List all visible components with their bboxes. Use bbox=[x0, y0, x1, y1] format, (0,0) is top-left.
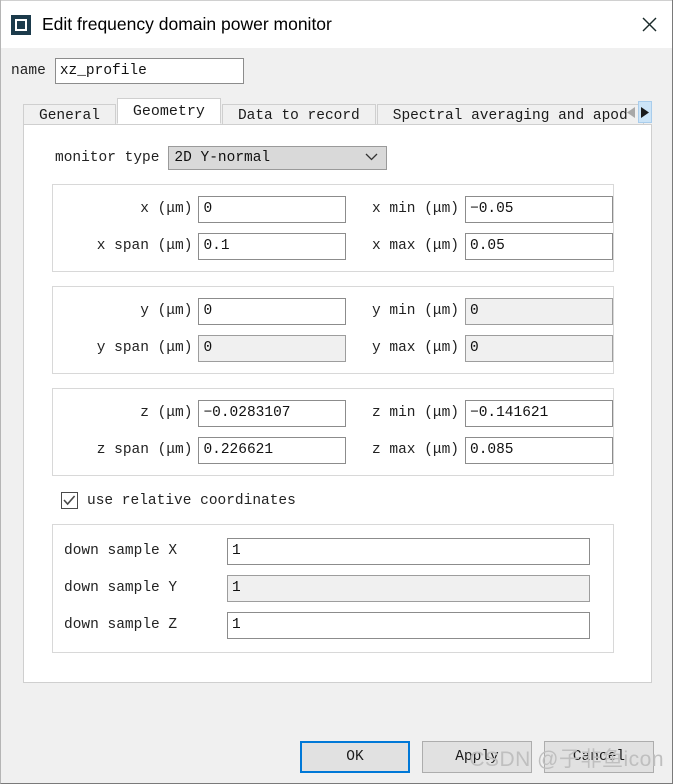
name-row: name bbox=[1, 48, 672, 84]
z-max-label: z max (μm) bbox=[371, 442, 459, 458]
use-relative-coordinates-row[interactable]: use relative coordinates bbox=[61, 492, 651, 509]
y-span-label: y span (μm) bbox=[96, 340, 193, 356]
down-sample-group: down sample X down sample Y down sample … bbox=[52, 524, 614, 653]
down-sample-z-label: down sample Z bbox=[64, 617, 178, 633]
down-sample-y-row: down sample Y bbox=[53, 574, 613, 602]
tab-strip: General Geometry Data to record Spectral… bbox=[23, 98, 652, 124]
down-sample-y-label: down sample Y bbox=[64, 580, 178, 596]
y-position-row: y (μm) y min (μm) bbox=[53, 296, 613, 326]
down-sample-x-input[interactable] bbox=[227, 537, 590, 565]
y-input[interactable] bbox=[198, 297, 347, 325]
x-span-input[interactable] bbox=[198, 232, 347, 260]
x-position-row: x (μm) x min (μm) bbox=[53, 194, 613, 224]
x-span-row: x span (μm) x max (μm) bbox=[53, 231, 613, 261]
monitor-icon bbox=[11, 14, 31, 35]
z-position-row: z (μm) z min (μm) bbox=[53, 398, 613, 428]
z-min-input[interactable] bbox=[465, 399, 613, 427]
name-input[interactable] bbox=[54, 58, 244, 84]
y-min-label: y min (μm) bbox=[371, 303, 459, 319]
down-sample-y-input bbox=[227, 574, 590, 602]
x-max-label: x max (μm) bbox=[371, 238, 459, 254]
name-label: name bbox=[11, 63, 46, 79]
apply-button[interactable]: Apply bbox=[422, 741, 532, 773]
down-sample-x-row: down sample X bbox=[53, 537, 613, 565]
tab-general[interactable]: General bbox=[23, 104, 116, 124]
z-input[interactable] bbox=[198, 399, 347, 427]
x-coordinate-group: x (μm) x min (μm) x span (μm) x max (μm) bbox=[52, 184, 614, 272]
monitor-type-value: 2D Y-normal bbox=[174, 150, 271, 166]
y-span-input bbox=[198, 334, 347, 362]
monitor-type-row: monitor type 2D Y-normal bbox=[24, 125, 651, 170]
geometry-tab-panel: monitor type 2D Y-normal x (μm) x min (μ… bbox=[23, 124, 652, 683]
z-span-row: z span (μm) z max (μm) bbox=[53, 435, 613, 465]
cancel-button-label: Cancel bbox=[572, 749, 626, 765]
window-title: Edit frequency domain power monitor bbox=[42, 14, 332, 34]
dialog-body: name General Geometry Data to record Spe… bbox=[1, 48, 672, 783]
tab-data-to-record[interactable]: Data to record bbox=[221, 104, 376, 124]
use-relative-coordinates-label: use relative coordinates bbox=[87, 492, 296, 509]
scroll-right-icon[interactable] bbox=[638, 101, 652, 123]
z-span-label: z span (μm) bbox=[96, 442, 193, 458]
dialog-footer: OK Apply Cancel bbox=[1, 729, 672, 783]
monitor-type-select[interactable]: 2D Y-normal bbox=[168, 146, 388, 170]
x-span-label: x span (μm) bbox=[96, 238, 193, 254]
tab-scroll-controls bbox=[624, 100, 652, 124]
y-min-input bbox=[465, 297, 613, 325]
ok-button-label: OK bbox=[346, 749, 364, 765]
y-coordinate-group: y (μm) y min (μm) y span (μm) y max (μm) bbox=[52, 286, 614, 374]
z-max-input[interactable] bbox=[465, 436, 613, 464]
use-relative-coordinates-checkbox[interactable] bbox=[61, 492, 78, 509]
scroll-left-icon[interactable] bbox=[624, 101, 638, 123]
title-bar: Edit frequency domain power monitor bbox=[1, 0, 672, 48]
x-input[interactable] bbox=[198, 195, 347, 223]
down-sample-z-input[interactable] bbox=[227, 611, 590, 639]
chevron-down-icon bbox=[365, 150, 378, 166]
cancel-button[interactable]: Cancel bbox=[544, 741, 654, 773]
z-label: z (μm) bbox=[140, 405, 193, 421]
ok-button[interactable]: OK bbox=[300, 741, 410, 773]
x-label: x (μm) bbox=[140, 201, 193, 217]
x-min-label: x min (μm) bbox=[371, 201, 459, 217]
y-span-row: y span (μm) y max (μm) bbox=[53, 333, 613, 363]
down-sample-x-label: down sample X bbox=[64, 543, 178, 559]
y-max-input bbox=[465, 334, 613, 362]
z-coordinate-group: z (μm) z min (μm) z span (μm) z max (μm) bbox=[52, 388, 614, 476]
apply-button-label: Apply bbox=[455, 749, 499, 765]
tab-geometry[interactable]: Geometry bbox=[116, 98, 221, 124]
z-span-input[interactable] bbox=[198, 436, 347, 464]
tab-spectral-averaging[interactable]: Spectral averaging and apod bbox=[376, 104, 644, 124]
x-max-input[interactable] bbox=[465, 232, 613, 260]
down-sample-z-row: down sample Z bbox=[53, 611, 613, 639]
z-min-label: z min (μm) bbox=[371, 405, 459, 421]
x-min-input[interactable] bbox=[465, 195, 613, 223]
close-icon[interactable] bbox=[626, 1, 672, 48]
dialog-window: Edit frequency domain power monitor name… bbox=[0, 0, 673, 784]
y-max-label: y max (μm) bbox=[371, 340, 459, 356]
y-label: y (μm) bbox=[140, 303, 193, 319]
monitor-type-label: monitor type bbox=[55, 150, 160, 166]
